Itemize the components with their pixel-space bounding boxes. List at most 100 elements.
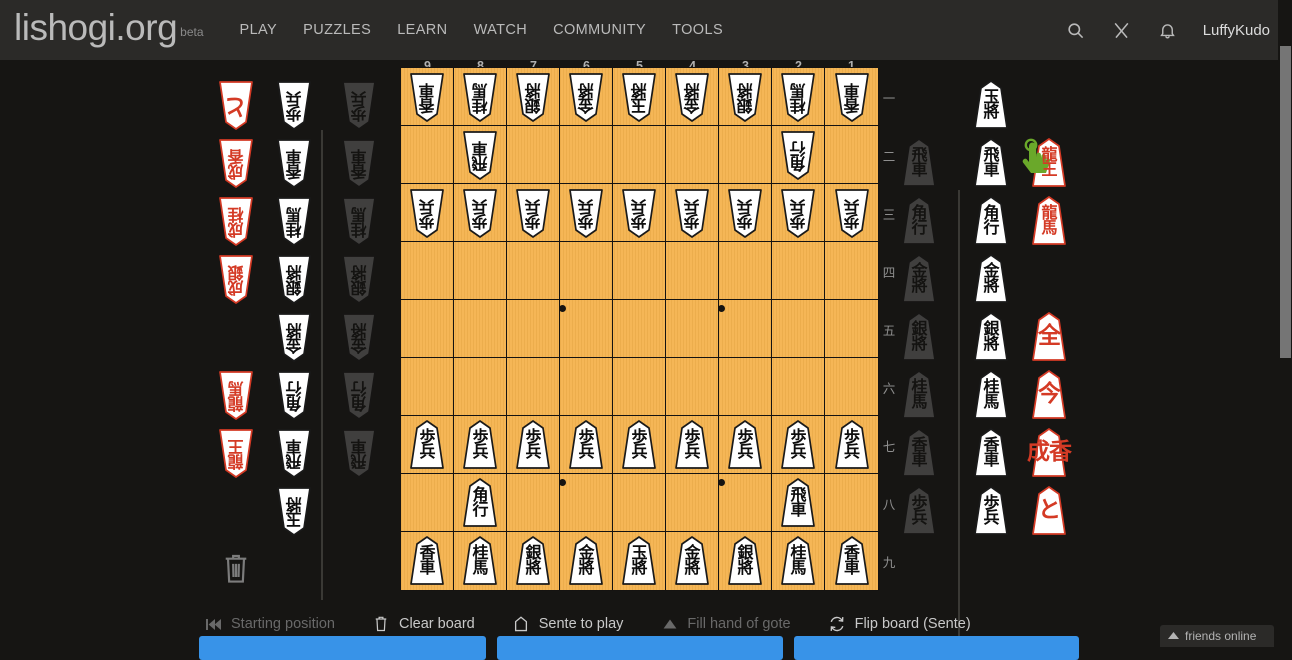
- notifications-bell-icon[interactable]: [1157, 19, 1179, 41]
- board-square-5g[interactable]: 歩 兵: [613, 416, 666, 474]
- board-square-8f[interactable]: [454, 358, 507, 416]
- shogi-piece[interactable]: 金 將: [271, 312, 317, 362]
- board-square-3b[interactable]: [719, 126, 772, 184]
- username-link[interactable]: LuffyKudo: [1203, 22, 1270, 39]
- board-square-3d[interactable]: [719, 242, 772, 300]
- spare-piece-sente[interactable]: 玉 將: [962, 76, 1020, 134]
- spare-piece-gote-promoted[interactable]: 龍 馬: [207, 366, 265, 424]
- board-square-6b[interactable]: [560, 126, 613, 184]
- shogi-piece[interactable]: 金 將: [669, 72, 715, 122]
- spare-piece-gote[interactable]: 香 車: [265, 134, 323, 192]
- spare-piece-gote-promoted[interactable]: 成 香: [207, 134, 265, 192]
- board-square-1e[interactable]: [825, 300, 878, 358]
- board-square-9b[interactable]: [401, 126, 454, 184]
- board-square-8b[interactable]: 飛 車: [454, 126, 507, 184]
- shogi-piece[interactable]: 角 行: [775, 130, 821, 180]
- board-square-2g[interactable]: 歩 兵: [772, 416, 825, 474]
- board-square-5c[interactable]: 歩 兵: [613, 184, 666, 242]
- spare-piece-sente-promoted[interactable]: 成香: [1020, 424, 1078, 482]
- toolbar-clear-board[interactable]: Clear board: [373, 616, 475, 633]
- action-button-3[interactable]: [794, 636, 1079, 660]
- spare-piece-gote[interactable]: 銀 將: [265, 250, 323, 308]
- shogi-piece[interactable]: 歩 兵: [271, 80, 317, 130]
- shogi-piece[interactable]: 歩 兵: [829, 188, 875, 238]
- shogi-piece[interactable]: と: [1026, 486, 1072, 536]
- board-square-8i[interactable]: 桂 馬: [454, 532, 507, 590]
- shogi-piece[interactable]: 桂 馬: [457, 536, 503, 586]
- board-square-2h[interactable]: 飛 車: [772, 474, 825, 532]
- board-square-7e[interactable]: [507, 300, 560, 358]
- board-square-3g[interactable]: 歩 兵: [719, 416, 772, 474]
- toolbar-sente-to-play[interactable]: Sente to play: [513, 616, 624, 633]
- spare-piece-gote-promoted[interactable]: [207, 482, 265, 540]
- shogi-piece[interactable]: 龍 馬: [1026, 196, 1072, 246]
- shogi-piece[interactable]: 歩 兵: [722, 188, 768, 238]
- shogi-piece[interactable]: 歩 兵: [563, 188, 609, 238]
- board-square-9d[interactable]: [401, 242, 454, 300]
- shogi-piece[interactable]: と: [213, 80, 259, 130]
- board-square-2d[interactable]: [772, 242, 825, 300]
- shogi-piece[interactable]: 歩 兵: [616, 188, 662, 238]
- shogi-piece[interactable]: 歩 兵: [775, 420, 821, 470]
- shogi-piece[interactable]: 歩 兵: [968, 486, 1014, 536]
- board-square-8h[interactable]: 角 行: [454, 474, 507, 532]
- board-square-8a[interactable]: 桂 馬: [454, 68, 507, 126]
- board-square-8c[interactable]: 歩 兵: [454, 184, 507, 242]
- shogi-piece[interactable]: 香 車: [829, 536, 875, 586]
- board-square-5e[interactable]: [613, 300, 666, 358]
- shogi-board[interactable]: 香 車桂 馬銀 將金 將玉 將金 將銀 將桂 馬香 車飛 車角 行歩 兵歩 兵歩…: [401, 68, 878, 590]
- shogi-piece[interactable]: 桂 馬: [271, 196, 317, 246]
- shogi-piece[interactable]: 歩 兵: [775, 188, 821, 238]
- shogi-piece[interactable]: 玉 將: [616, 536, 662, 586]
- board-square-1c[interactable]: 歩 兵: [825, 184, 878, 242]
- spare-piece-sente[interactable]: 金 將: [962, 250, 1020, 308]
- board-square-2a[interactable]: 桂 馬: [772, 68, 825, 126]
- spare-piece-gote[interactable]: 金 將: [265, 308, 323, 366]
- nav-item-watch[interactable]: WATCH: [474, 18, 528, 42]
- board-square-2f[interactable]: [772, 358, 825, 416]
- spare-piece-gote[interactable]: 桂 馬: [265, 192, 323, 250]
- spare-piece-sente[interactable]: 角 行: [962, 192, 1020, 250]
- board-square-5d[interactable]: [613, 242, 666, 300]
- board-square-3h[interactable]: [719, 474, 772, 532]
- board-square-7g[interactable]: 歩 兵: [507, 416, 560, 474]
- nav-item-tools[interactable]: TOOLS: [672, 18, 723, 42]
- board-square-9c[interactable]: 歩 兵: [401, 184, 454, 242]
- shogi-piece[interactable]: 銀 將: [510, 72, 556, 122]
- shogi-piece[interactable]: 歩 兵: [457, 420, 503, 470]
- shogi-piece[interactable]: 成香: [1026, 428, 1072, 478]
- spare-piece-sente[interactable]: 香 車: [962, 424, 1020, 482]
- shogi-piece[interactable]: 桂 馬: [457, 72, 503, 122]
- shogi-piece[interactable]: 桂 馬: [968, 370, 1014, 420]
- shogi-piece[interactable]: 銀 將: [968, 312, 1014, 362]
- board-square-4d[interactable]: [666, 242, 719, 300]
- board-square-8g[interactable]: 歩 兵: [454, 416, 507, 474]
- challenge-swords-icon[interactable]: [1111, 19, 1133, 41]
- board-square-2b[interactable]: 角 行: [772, 126, 825, 184]
- shogi-piece[interactable]: 歩 兵: [563, 420, 609, 470]
- board-square-4i[interactable]: 金 將: [666, 532, 719, 590]
- shogi-piece[interactable]: 成 桂: [213, 196, 259, 246]
- shogi-piece[interactable]: 飛 車: [271, 428, 317, 478]
- board-square-6g[interactable]: 歩 兵: [560, 416, 613, 474]
- toolbar-flip-board-sente[interactable]: Flip board (Sente): [829, 616, 971, 633]
- shogi-piece[interactable]: 今: [1026, 370, 1072, 420]
- spare-piece-sente-promoted[interactable]: と: [1020, 482, 1078, 540]
- board-square-1f[interactable]: [825, 358, 878, 416]
- spare-piece-sente-promoted[interactable]: [1020, 250, 1078, 308]
- board-square-7d[interactable]: [507, 242, 560, 300]
- shogi-piece[interactable]: 成 銀: [213, 254, 259, 304]
- nav-item-community[interactable]: COMMUNITY: [553, 18, 646, 42]
- spare-piece-gote-promoted[interactable]: と: [207, 76, 265, 134]
- board-square-6a[interactable]: 金 將: [560, 68, 613, 126]
- shogi-piece[interactable]: 香 車: [404, 72, 450, 122]
- action-button-2[interactable]: [497, 636, 782, 660]
- shogi-piece[interactable]: 角 行: [968, 196, 1014, 246]
- spare-piece-gote-promoted[interactable]: 成 銀: [207, 250, 265, 308]
- shogi-piece[interactable]: 金 將: [563, 536, 609, 586]
- spare-piece-sente[interactable]: 飛 車: [962, 134, 1020, 192]
- shogi-piece[interactable]: 玉 將: [616, 72, 662, 122]
- board-square-4b[interactable]: [666, 126, 719, 184]
- spare-piece-sente-promoted[interactable]: 龍 馬: [1020, 192, 1078, 250]
- shogi-piece[interactable]: 歩 兵: [404, 420, 450, 470]
